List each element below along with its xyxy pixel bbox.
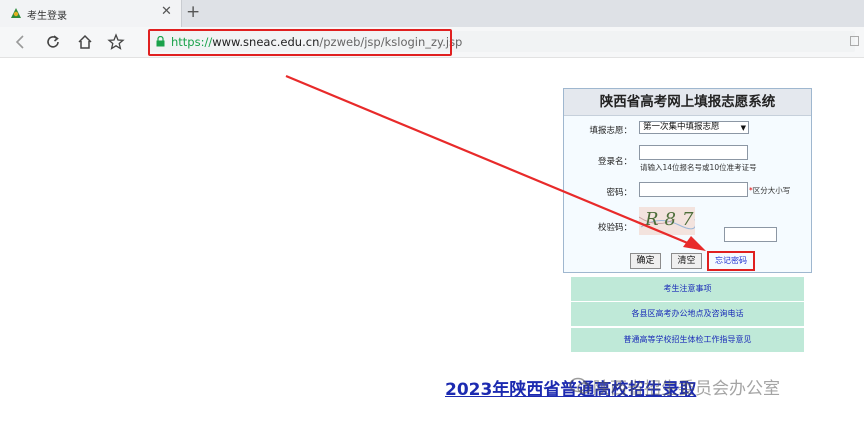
annotation-arrow-icon [285,74,706,251]
